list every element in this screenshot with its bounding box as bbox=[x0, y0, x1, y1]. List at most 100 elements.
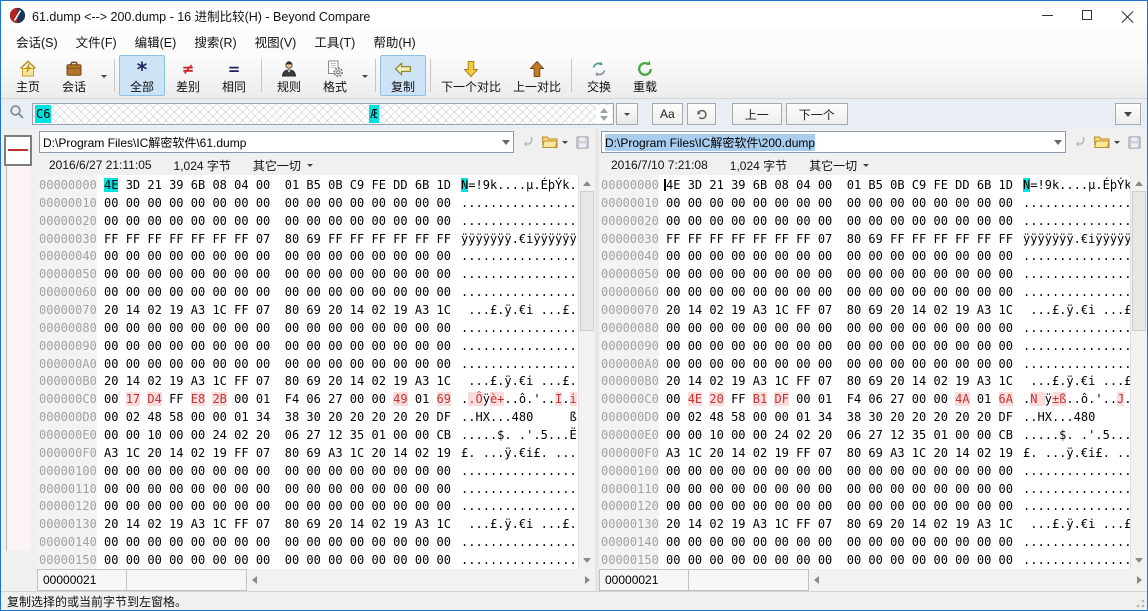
scroll-up-arrow[interactable] bbox=[579, 175, 595, 191]
ascii-char[interactable]: ÿ bbox=[483, 392, 490, 406]
hex-byte[interactable]: 00 bbox=[437, 249, 451, 263]
left-save-button[interactable] bbox=[572, 131, 593, 153]
hex-byte[interactable]: 00 bbox=[147, 214, 161, 228]
hex-byte[interactable]: 00 bbox=[688, 535, 702, 549]
hex-byte[interactable]: 19 bbox=[731, 517, 745, 531]
hex-byte[interactable]: 00 bbox=[955, 285, 969, 299]
hex-byte[interactable]: 14 bbox=[912, 303, 926, 317]
ascii-char[interactable]: . bbox=[512, 267, 519, 281]
ascii-char[interactable] bbox=[533, 303, 540, 317]
hex-byte[interactable]: 00 bbox=[933, 339, 947, 353]
ascii-char[interactable]: . bbox=[483, 428, 490, 442]
hex-byte[interactable]: FF bbox=[890, 232, 904, 246]
ascii-char[interactable]: . bbox=[1066, 553, 1073, 567]
hex-byte[interactable]: 00 bbox=[818, 285, 832, 299]
left-transfer-button[interactable] bbox=[516, 131, 537, 153]
hex-byte[interactable]: 27 bbox=[328, 392, 342, 406]
hex-byte[interactable]: 1C bbox=[774, 517, 788, 531]
hex-byte[interactable]: 00 bbox=[933, 196, 947, 210]
hex-byte[interactable]: 00 bbox=[753, 285, 767, 299]
ascii-char[interactable]: . bbox=[533, 339, 540, 353]
sessions-button[interactable]: 会话 bbox=[51, 55, 97, 96]
ascii-char[interactable]: . bbox=[1037, 428, 1044, 442]
hex-byte[interactable]: 00 bbox=[868, 196, 882, 210]
hex-byte[interactable]: FF bbox=[774, 232, 788, 246]
hex-byte[interactable]: 00 bbox=[977, 321, 991, 335]
ascii-char[interactable]: . bbox=[562, 392, 569, 406]
hex-byte[interactable]: 00 bbox=[731, 321, 745, 335]
hex-byte[interactable]: 69 bbox=[868, 374, 882, 388]
hex-byte[interactable]: 00 bbox=[104, 339, 118, 353]
expand-search-options-button[interactable] bbox=[1115, 103, 1141, 125]
ascii-char[interactable]: ÿ bbox=[1103, 232, 1110, 246]
hex-byte[interactable]: 00 bbox=[393, 321, 407, 335]
ascii-char[interactable]: . bbox=[504, 357, 511, 371]
hex-byte[interactable]: 00 bbox=[955, 321, 969, 335]
hex-byte[interactable]: 14 bbox=[126, 303, 140, 317]
hex-byte[interactable]: 07 bbox=[818, 446, 832, 460]
hex-byte[interactable]: 20 bbox=[666, 303, 680, 317]
ascii-char[interactable]: . bbox=[533, 535, 540, 549]
hex-byte[interactable]: 02 bbox=[977, 446, 991, 460]
ascii-char[interactable]: . bbox=[533, 196, 540, 210]
hex-byte[interactable]: 00 bbox=[191, 249, 205, 263]
hex-byte[interactable]: 00 bbox=[666, 357, 680, 371]
ascii-char[interactable]: . bbox=[1110, 374, 1117, 388]
hex-byte[interactable]: 00 bbox=[818, 499, 832, 513]
hex-byte[interactable]: 00 bbox=[415, 357, 429, 371]
hex-byte[interactable]: 4E bbox=[688, 392, 702, 406]
ascii-char[interactable]: . bbox=[1066, 428, 1073, 442]
hex-byte[interactable]: 19 bbox=[731, 374, 745, 388]
hex-byte[interactable]: 00 bbox=[847, 339, 861, 353]
hex-byte[interactable]: 00 bbox=[999, 196, 1013, 210]
ascii-char[interactable]: . bbox=[533, 267, 540, 281]
scroll-thumb[interactable] bbox=[1132, 191, 1146, 331]
hex-byte[interactable]: 08 bbox=[774, 178, 788, 192]
hex-byte[interactable]: 00 bbox=[731, 339, 745, 353]
ascii-char[interactable]: . bbox=[570, 535, 577, 549]
hex-byte[interactable]: 00 bbox=[666, 285, 680, 299]
diff-map-strip[interactable] bbox=[6, 139, 30, 551]
hex-byte[interactable]: 00 bbox=[688, 464, 702, 478]
ascii-char[interactable]: . bbox=[562, 267, 569, 281]
hex-byte[interactable]: 00 bbox=[393, 464, 407, 478]
left-horizontal-scrollbar[interactable] bbox=[247, 569, 595, 591]
ascii-char[interactable]: . bbox=[541, 357, 548, 371]
ascii-char[interactable]: ÿ bbox=[548, 232, 555, 246]
hex-byte[interactable]: 00 bbox=[256, 553, 270, 567]
hex-byte[interactable]: 0B bbox=[890, 178, 904, 192]
hex-byte[interactable]: 00 bbox=[371, 249, 385, 263]
right-save-button[interactable] bbox=[1124, 131, 1145, 153]
hex-byte[interactable]: 14 bbox=[350, 517, 364, 531]
hex-byte[interactable]: 00 bbox=[191, 339, 205, 353]
hex-byte[interactable]: 1C bbox=[999, 303, 1013, 317]
hex-byte[interactable]: 1C bbox=[774, 303, 788, 317]
ascii-char[interactable]: . bbox=[570, 517, 577, 531]
ascii-char[interactable]: . bbox=[562, 285, 569, 299]
hex-byte[interactable]: 00 bbox=[868, 535, 882, 549]
hex-byte[interactable]: 30 bbox=[868, 410, 882, 424]
ascii-char[interactable]: . bbox=[562, 321, 569, 335]
hex-byte[interactable]: 00 bbox=[774, 214, 788, 228]
hex-byte[interactable]: 00 bbox=[415, 267, 429, 281]
hex-byte[interactable]: FF bbox=[147, 232, 161, 246]
ascii-char[interactable]: . bbox=[1103, 321, 1110, 335]
hex-byte[interactable]: 00 bbox=[977, 267, 991, 281]
hex-byte[interactable]: FF bbox=[234, 517, 248, 531]
hex-byte[interactable]: 00 bbox=[868, 464, 882, 478]
left-path-combobox[interactable]: D:\Program Files\IC解密软件\61.dump bbox=[39, 131, 514, 153]
hex-byte[interactable]: 00 bbox=[104, 392, 118, 406]
ascii-char[interactable]: . bbox=[1095, 339, 1102, 353]
hex-byte[interactable]: 00 bbox=[104, 410, 118, 424]
ascii-char[interactable]: . bbox=[483, 374, 490, 388]
hex-byte[interactable]: 1C bbox=[212, 303, 226, 317]
hex-byte[interactable]: 00 bbox=[933, 321, 947, 335]
hex-byte[interactable]: 00 bbox=[350, 553, 364, 567]
hex-byte[interactable]: 00 bbox=[147, 499, 161, 513]
ascii-char[interactable]: . bbox=[1095, 214, 1102, 228]
ascii-char[interactable]: . bbox=[570, 357, 577, 371]
hex-byte[interactable]: 00 bbox=[999, 499, 1013, 513]
hex-byte[interactable]: 00 bbox=[890, 249, 904, 263]
ascii-char[interactable]: ÿ bbox=[504, 232, 511, 246]
ascii-char[interactable]: . bbox=[475, 482, 482, 496]
